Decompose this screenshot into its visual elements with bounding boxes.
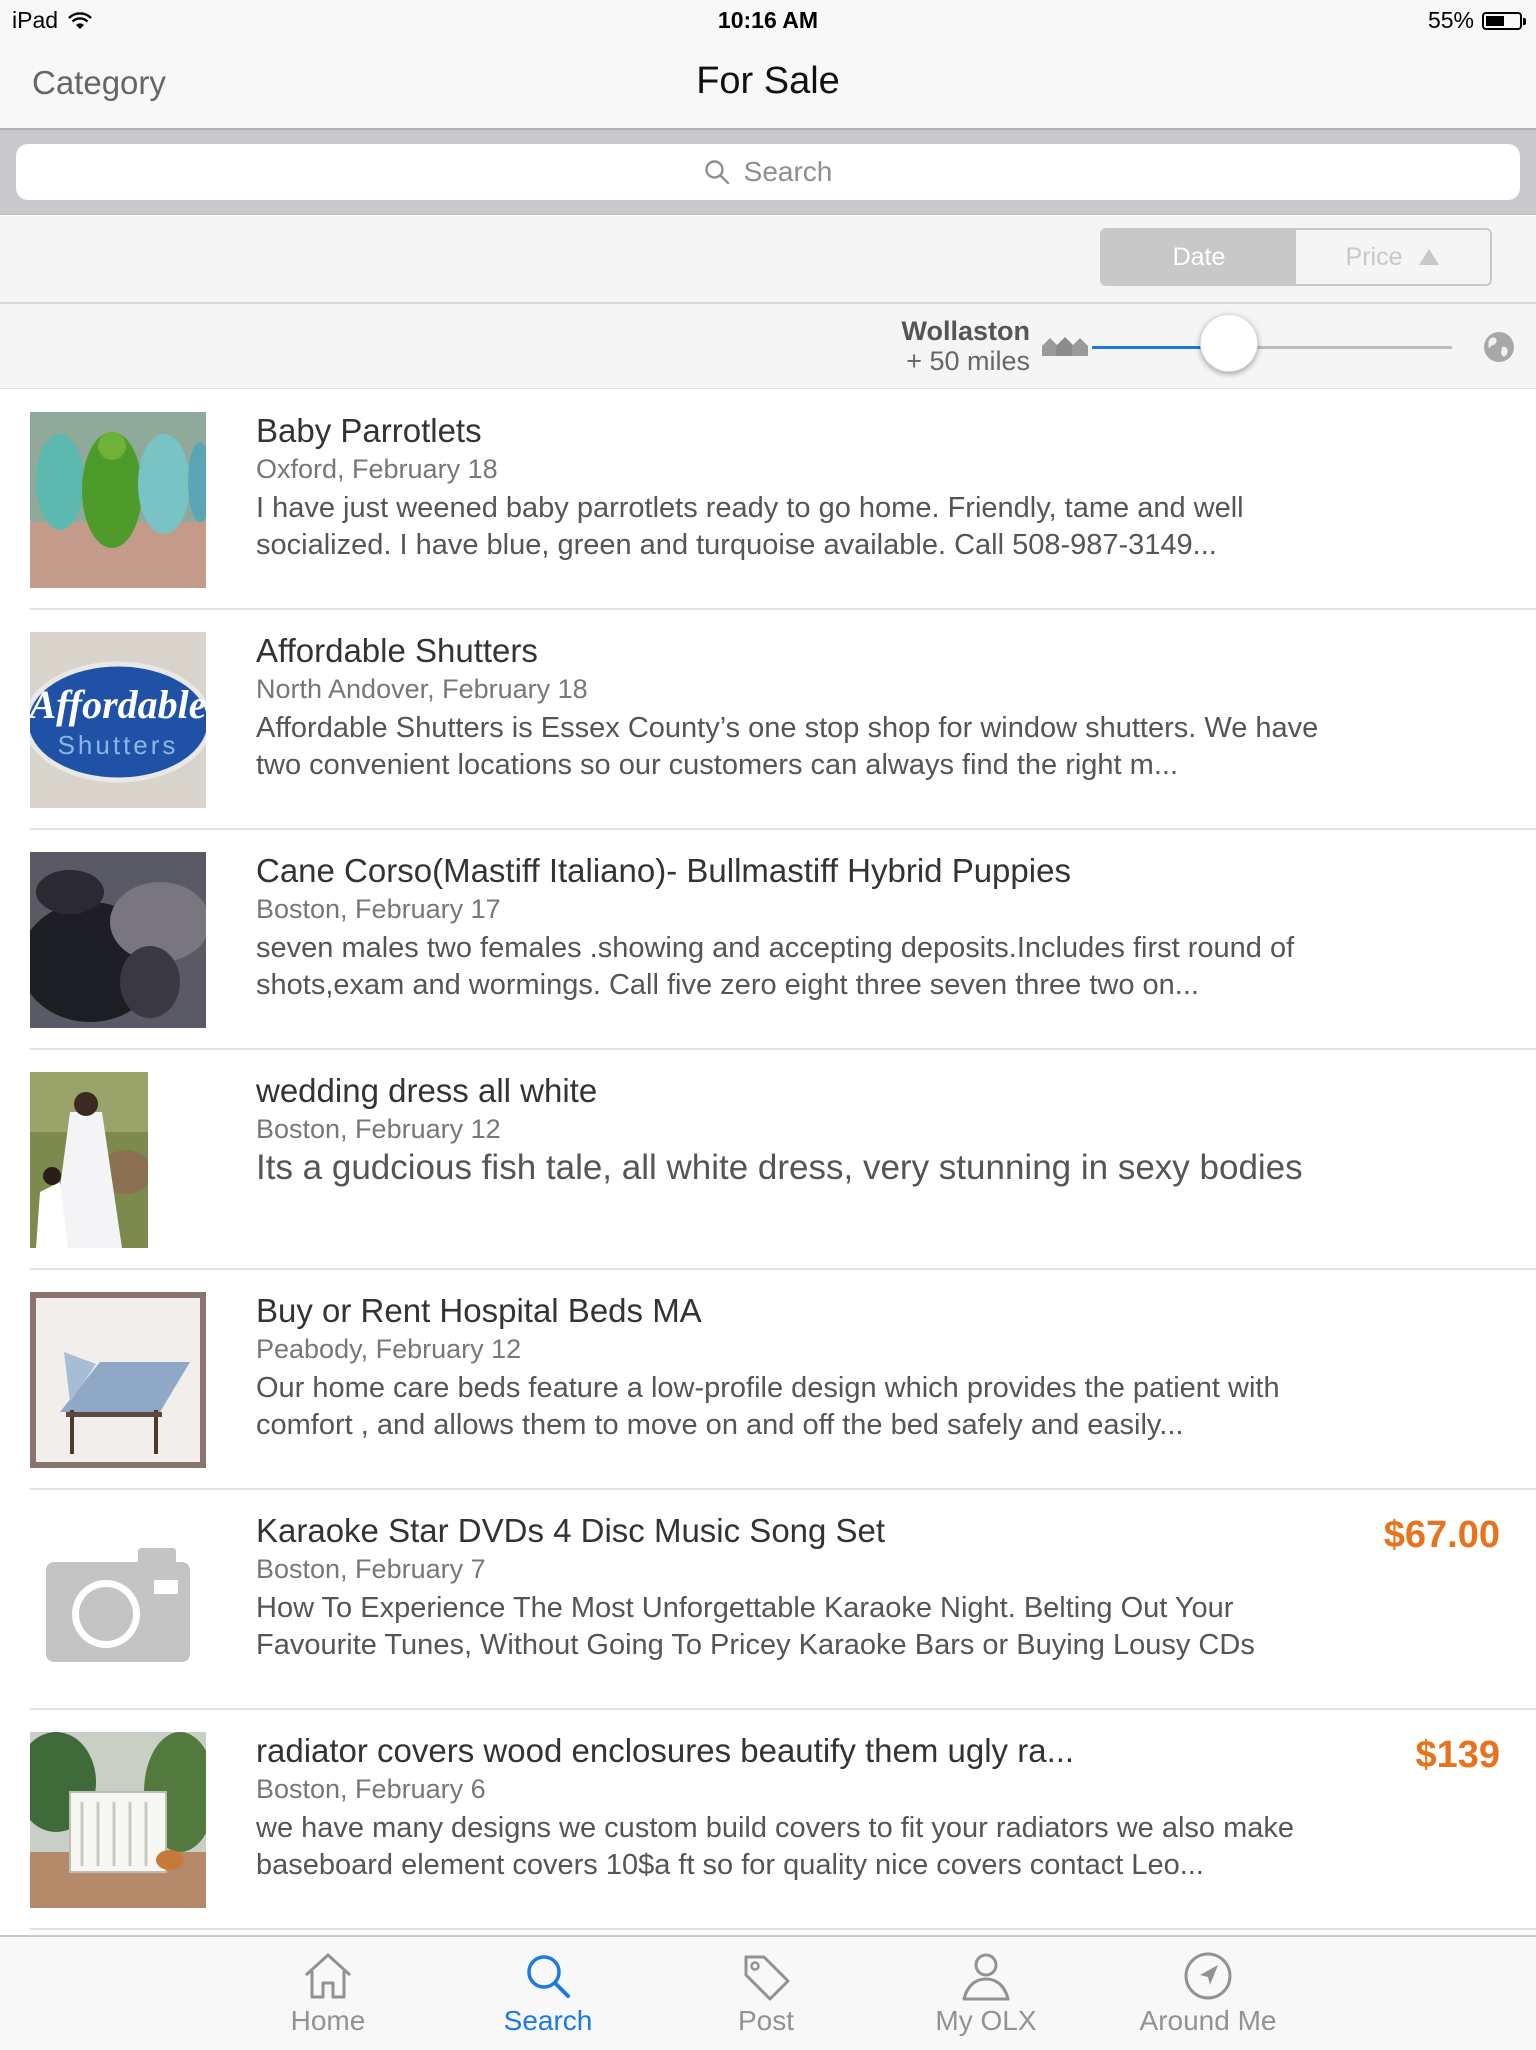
listing-description: we have many designs we custom build cov… <box>256 1812 1295 1881</box>
location-radius-bar: Wollaston + 50 miles <box>0 304 1536 389</box>
listing-title[interactable]: Affordable Shutters <box>256 632 538 670</box>
globe-icon[interactable] <box>1482 330 1516 364</box>
listing-thumbnail <box>30 852 206 1028</box>
tab-search[interactable]: Search <box>458 1937 638 2050</box>
location-arrow-icon <box>1184 1952 1232 2000</box>
tab-around-me-label: Around Me <box>1139 2005 1277 2036</box>
listing-item[interactable]: wedding dress all white Boston, February… <box>0 1050 1536 1270</box>
listing-location-date: Boston, February 7 <box>256 1554 486 1584</box>
status-bar: iPad 10:16 AM 55% <box>0 0 1536 40</box>
listing-thumbnail <box>30 412 206 588</box>
tab-around-me[interactable]: Around Me <box>1118 1937 1298 2050</box>
listing-thumbnail <box>30 1072 148 1248</box>
listing-item[interactable]: Karaoke Star DVDs 4 Disc Music Song Set … <box>0 1490 1536 1710</box>
listing-location-date: Boston, February 17 <box>256 894 501 924</box>
houses-icon <box>1042 337 1088 356</box>
listing-title[interactable]: wedding dress all white <box>256 1072 597 1110</box>
sort-bar: Date Price <box>0 216 1536 304</box>
listing-item[interactable]: radiator covers wood enclosures beautify… <box>0 1710 1536 1930</box>
search-icon <box>527 1955 570 1998</box>
tab-bar: Home Search Post My OLX Around Me <box>0 1935 1536 2050</box>
listing-title[interactable]: Karaoke Star DVDs 4 Disc Music Song Set <box>256 1512 885 1550</box>
listing-description: Our home care beds feature a low-profile… <box>256 1372 1280 1441</box>
search-icon <box>704 160 729 185</box>
search-bar-container: Search <box>0 130 1536 215</box>
sort-date-label: Date <box>1172 242 1226 271</box>
location-name: Wollaston <box>901 316 1030 346</box>
tab-home-label: Home <box>290 2005 366 2036</box>
listing-title[interactable]: Buy or Rent Hospital Beds MA <box>256 1292 702 1330</box>
clock: 10:16 AM <box>717 7 819 33</box>
listing-description: seven males two females .showing and acc… <box>256 932 1295 1001</box>
search-input[interactable]: Search <box>16 144 1520 200</box>
sort-by-price-button[interactable]: Price <box>1296 230 1490 284</box>
radius-slider-track[interactable] <box>1092 346 1452 349</box>
radius-slider-thumb[interactable] <box>1200 314 1258 372</box>
tag-icon <box>744 1955 790 2001</box>
tab-post[interactable]: Post <box>676 1937 856 2050</box>
listing-description: How To Experience The Most Unforgettable… <box>256 1592 1255 1661</box>
navigation-bar: Category For Sale <box>0 40 1536 130</box>
person-icon <box>962 1953 1010 2001</box>
listing-location-date: Boston, February 12 <box>256 1114 501 1144</box>
listing-location-date: Oxford, February 18 <box>256 454 498 484</box>
listing-price: $139 <box>1415 1734 1500 1776</box>
listing-item[interactable]: Baby Parrotlets Oxford, February 18 I ha… <box>0 390 1536 610</box>
sort-price-label: Price <box>1345 242 1403 271</box>
sort-segmented-control: Date Price <box>1100 228 1492 286</box>
listing-item[interactable]: Affordable Shutters Affordable Shutters … <box>0 610 1536 830</box>
battery-percent: 55% <box>1427 7 1474 33</box>
page-title: For Sale <box>696 60 840 102</box>
listing-title[interactable]: Baby Parrotlets <box>256 412 482 450</box>
listing-item[interactable]: Cane Corso(Mastiff Italiano)- Bullmastif… <box>0 830 1536 1050</box>
search-placeholder: Search <box>743 156 833 187</box>
listing-title[interactable]: Cane Corso(Mastiff Italiano)- Bullmastif… <box>256 852 1071 890</box>
location-radius: + 50 miles <box>906 346 1030 376</box>
listing-thumbnail <box>30 1732 206 1908</box>
listing-description: Affordable Shutters is Essex County’s on… <box>256 712 1319 781</box>
home-icon <box>304 1953 352 1999</box>
logo-text-shutters: Shutters <box>58 730 179 760</box>
listing-location-date: Peabody, February 12 <box>256 1334 522 1364</box>
listing-title[interactable]: radiator covers wood enclosures beautify… <box>256 1732 1074 1770</box>
camera-placeholder-icon <box>30 1512 206 1688</box>
tab-my-olx[interactable]: My OLX <box>896 1937 1076 2050</box>
battery-icon <box>1482 11 1526 30</box>
listing-description: Its a gudcious fish tale, all white dres… <box>256 1148 1303 1187</box>
listing-divider <box>30 1928 1536 1930</box>
listing-description: I have just weened baby parrotlets ready… <box>256 492 1244 561</box>
listing-item[interactable]: Buy or Rent Hospital Beds MA Peabody, Fe… <box>0 1270 1536 1490</box>
tab-home[interactable]: Home <box>238 1937 418 2050</box>
listing-location-date: North Andover, February 18 <box>256 674 588 704</box>
tab-my-olx-label: My OLX <box>935 2005 1037 2036</box>
sort-by-date-button[interactable]: Date <box>1102 230 1296 284</box>
listing-price: $67.00 <box>1383 1514 1500 1556</box>
tab-search-label: Search <box>503 2005 593 2036</box>
listing-location-date: Boston, February 6 <box>256 1774 486 1804</box>
listing-thumbnail <box>30 1292 206 1468</box>
sort-ascending-icon <box>1419 249 1440 265</box>
logo-text-affordable: Affordable <box>30 682 206 727</box>
tab-post-label: Post <box>737 2005 795 2036</box>
listing-thumbnail: Affordable Shutters <box>30 632 206 808</box>
